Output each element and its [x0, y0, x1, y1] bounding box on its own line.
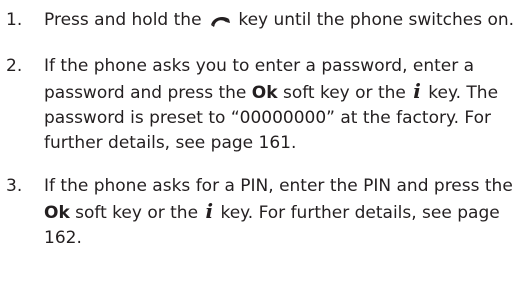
ok-soft-key-label: Ok — [44, 203, 70, 223]
info-key-icon: i — [205, 199, 214, 223]
step-number: 2. — [6, 56, 23, 76]
step-3: 3. If the phone asks for a PIN, enter th… — [0, 174, 532, 251]
power-end-key-icon — [209, 11, 231, 36]
step-text: If the phone asks for a PIN, enter the P… — [44, 176, 513, 196]
step-1: 1. Press and hold the key until the phon… — [0, 8, 532, 36]
step-text: soft key or the — [75, 203, 199, 223]
step-number: 3. — [6, 176, 23, 196]
info-key-icon: i — [413, 79, 421, 103]
step-text: key until the phone switches on. — [238, 10, 515, 30]
step-text: soft key or the — [282, 83, 406, 103]
step-text: Press and hold the — [44, 10, 202, 30]
ok-soft-key-label: Ok — [251, 83, 278, 103]
instruction-steps: 1. Press and hold the key until the phon… — [0, 8, 532, 269]
step-2: 2. If the phone asks you to enter a pass… — [0, 54, 532, 156]
step-number: 1. — [6, 10, 23, 30]
